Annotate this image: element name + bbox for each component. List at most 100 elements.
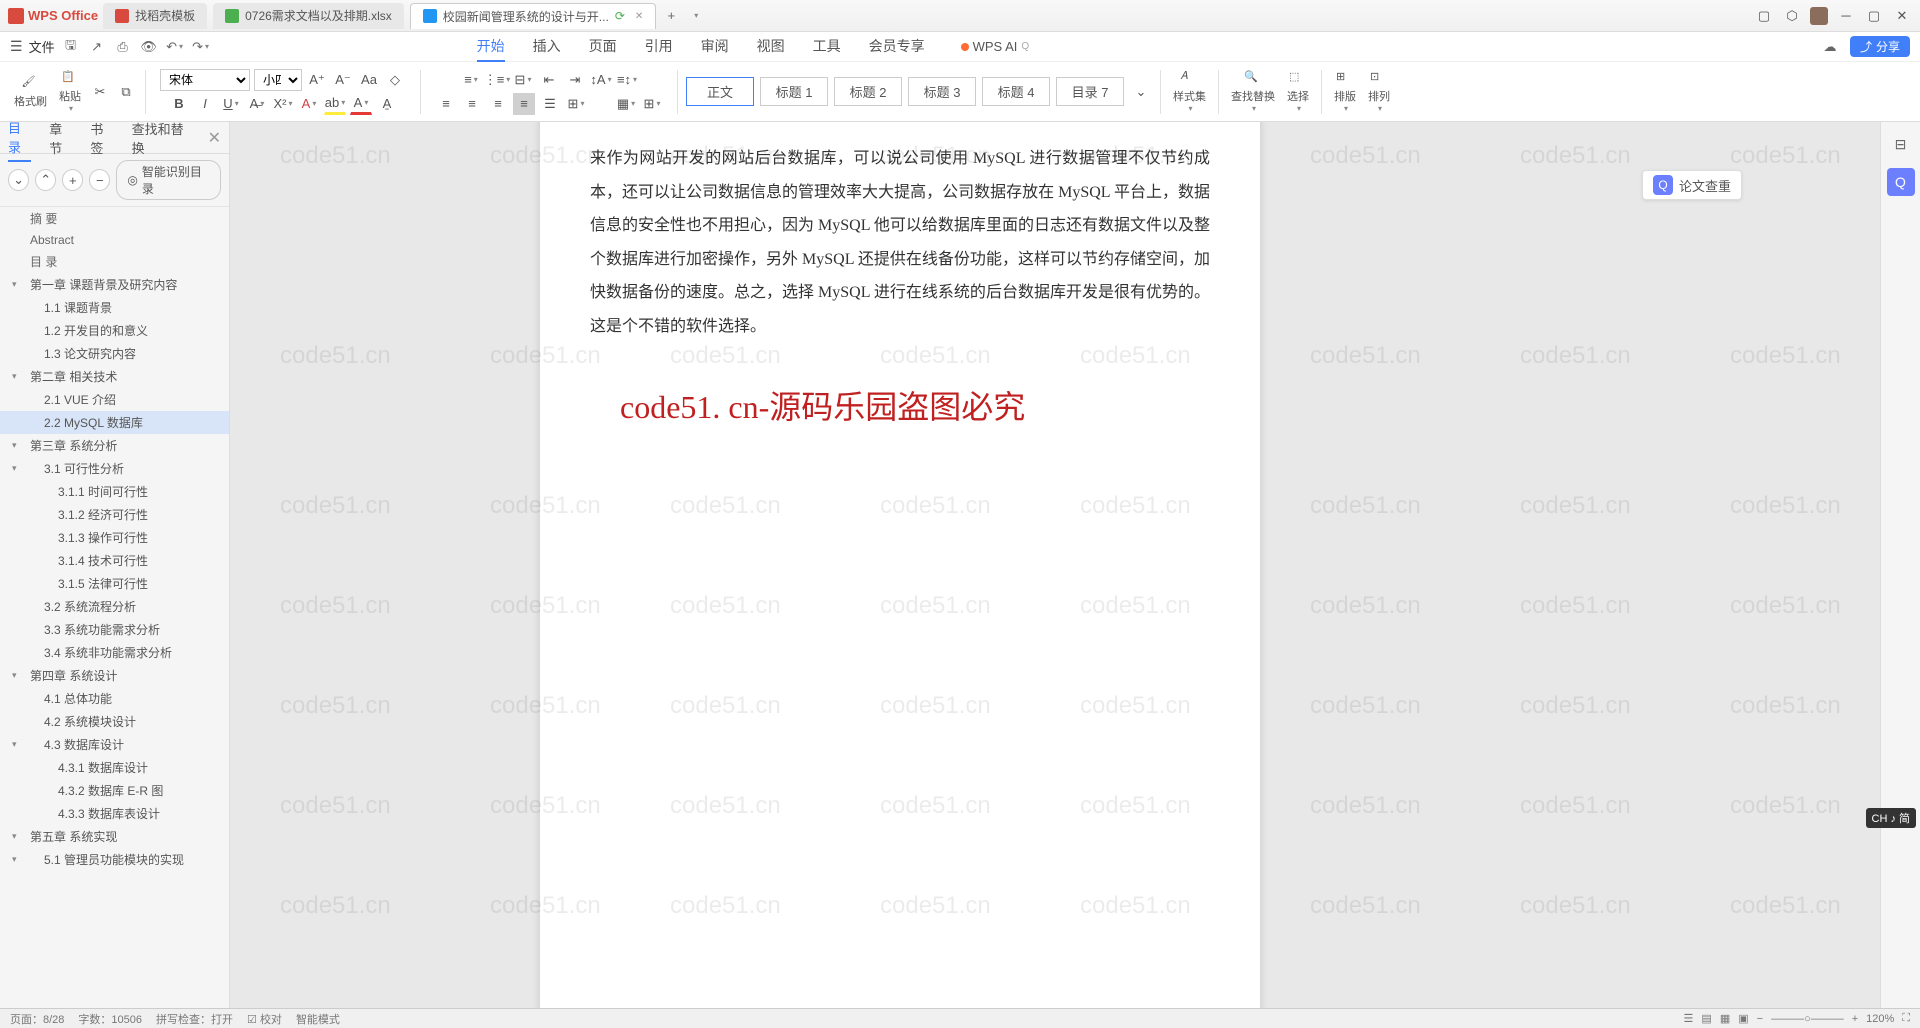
- italic-button[interactable]: I: [194, 93, 216, 115]
- outline-item[interactable]: ▾第二章 相关技术: [0, 365, 229, 388]
- rail-collapse-icon[interactable]: ⊟: [1887, 130, 1915, 158]
- cube-icon[interactable]: ⬡: [1782, 6, 1802, 26]
- number-list-icon[interactable]: ⋮≡: [486, 69, 508, 91]
- hamburger-icon[interactable]: ☰: [10, 38, 23, 55]
- align-justify-icon[interactable]: ≡: [513, 93, 535, 115]
- outline-item[interactable]: ▾第三章 系统分析: [0, 434, 229, 457]
- chevron-down-icon[interactable]: ▾: [12, 371, 17, 382]
- chevron-down-icon[interactable]: ▾: [12, 670, 17, 681]
- outline-item[interactable]: 2.1 VUE 介绍: [0, 388, 229, 411]
- outline-item[interactable]: ▾3.1 可行性分析: [0, 457, 229, 480]
- text-direction-icon[interactable]: ↕A: [590, 69, 612, 91]
- zoom-slider[interactable]: ———○———: [1771, 1013, 1844, 1025]
- shading-icon[interactable]: ▦: [615, 93, 637, 115]
- window-icon[interactable]: ▢: [1754, 6, 1774, 26]
- chevron-down-icon[interactable]: ▾: [12, 739, 17, 750]
- styles-set-button[interactable]: 𝐴样式集: [1169, 68, 1210, 115]
- undo-button[interactable]: ↶: [165, 37, 185, 57]
- chevron-down-icon[interactable]: ▾: [12, 854, 17, 865]
- border-icon[interactable]: ⊞: [641, 93, 663, 115]
- status-words[interactable]: 字数：10506: [78, 1011, 142, 1027]
- add-button[interactable]: +: [62, 169, 83, 191]
- share-button[interactable]: ⤴ 分享: [1850, 36, 1910, 57]
- distribute-icon[interactable]: ☰: [539, 93, 561, 115]
- style-h2[interactable]: 标题 2: [834, 77, 902, 106]
- paper-check-button[interactable]: Q论文查重: [1642, 170, 1742, 200]
- outline-item[interactable]: Abstract: [0, 230, 229, 250]
- view-outline-icon[interactable]: ▣: [1738, 1012, 1748, 1025]
- align-left-icon[interactable]: ≡: [435, 93, 457, 115]
- outline-item[interactable]: 3.1.4 技术可行性: [0, 549, 229, 572]
- outline-item[interactable]: 1.3 论文研究内容: [0, 342, 229, 365]
- cut-icon[interactable]: ✂: [89, 81, 111, 103]
- style-h1[interactable]: 标题 1: [760, 77, 828, 106]
- status-proof[interactable]: ☑ 校对: [247, 1011, 282, 1027]
- strikethrough-button[interactable]: A̶: [246, 93, 268, 115]
- outline-item[interactable]: 4.3.3 数据库表设计: [0, 802, 229, 825]
- outline-item[interactable]: ▾4.3 数据库设计: [0, 733, 229, 756]
- outline-item[interactable]: 4.3.2 数据库 E-R 图: [0, 779, 229, 802]
- close-icon[interactable]: ✕: [635, 11, 643, 22]
- view-page-icon[interactable]: ▤: [1701, 1012, 1711, 1025]
- decrease-font-icon[interactable]: A⁻: [332, 69, 354, 91]
- style-h3[interactable]: 标题 3: [908, 77, 976, 106]
- avatar-icon[interactable]: [1810, 7, 1828, 25]
- align-right-icon[interactable]: ≡: [487, 93, 509, 115]
- outline-item[interactable]: 3.1.1 时间可行性: [0, 480, 229, 503]
- wps-ai-button[interactable]: WPS AIQ: [961, 39, 1030, 54]
- decrease-indent-icon[interactable]: ⇤: [538, 69, 560, 91]
- close-button[interactable]: ✕: [1892, 6, 1912, 26]
- tab-review[interactable]: 审阅: [701, 32, 729, 62]
- arrange-button[interactable]: ⊞排版: [1330, 68, 1360, 115]
- format-painter-button[interactable]: 🖌格式刷: [10, 73, 51, 111]
- outline-item[interactable]: 3.2 系统流程分析: [0, 595, 229, 618]
- clear-format-icon[interactable]: ◇: [384, 69, 406, 91]
- status-mode[interactable]: 智能模式: [296, 1011, 340, 1027]
- outline-item[interactable]: 1.2 开发目的和意义: [0, 319, 229, 342]
- copy-icon[interactable]: ⧉: [115, 81, 137, 103]
- tab-tools[interactable]: 工具: [813, 32, 841, 62]
- tab-insert[interactable]: 插入: [533, 32, 561, 62]
- remove-button[interactable]: −: [89, 169, 110, 191]
- tab-member[interactable]: 会员专享: [869, 32, 925, 62]
- increase-indent-icon[interactable]: ⇥: [564, 69, 586, 91]
- tab-menu-button[interactable]: [685, 6, 705, 26]
- collapse-button[interactable]: ⌄: [8, 169, 29, 191]
- tab-spreadsheet[interactable]: 0726需求文档以及排期.xlsx: [213, 3, 404, 29]
- save-icon[interactable]: 🖫: [61, 37, 81, 57]
- outline-item[interactable]: ▾第一章 课题背景及研究内容: [0, 273, 229, 296]
- export-icon[interactable]: ↗: [87, 37, 107, 57]
- style-toc7[interactable]: 目录 7: [1056, 77, 1124, 106]
- tab-start[interactable]: 开始: [477, 32, 505, 62]
- outline-item[interactable]: ▾第五章 系统实现: [0, 825, 229, 848]
- view-web-icon[interactable]: ▦: [1720, 1012, 1730, 1025]
- tab-page[interactable]: 页面: [589, 32, 617, 62]
- smart-toc-button[interactable]: ◎ 智能识别目录: [116, 160, 221, 200]
- sidebar-close-icon[interactable]: ✕: [208, 128, 221, 148]
- status-page[interactable]: 页面：8/28: [10, 1011, 64, 1027]
- minimize-button[interactable]: ─: [1836, 6, 1856, 26]
- find-replace-button[interactable]: 🔍查找替换: [1227, 68, 1279, 115]
- preview-icon[interactable]: 👁: [139, 37, 159, 57]
- tab-templates[interactable]: 找稻壳模板: [103, 3, 207, 29]
- paste-button[interactable]: 📋粘贴: [55, 68, 85, 115]
- tab-reference[interactable]: 引用: [645, 32, 673, 62]
- text-effect-button[interactable]: A: [298, 93, 320, 115]
- outline-item[interactable]: 摘 要: [0, 207, 229, 230]
- cloud-icon[interactable]: ☁: [1820, 37, 1840, 57]
- rail-search-icon[interactable]: Q: [1887, 168, 1915, 196]
- chevron-down-icon[interactable]: ▾: [12, 831, 17, 842]
- style-h4[interactable]: 标题 4: [982, 77, 1050, 106]
- select-button[interactable]: ⬚选择: [1283, 68, 1313, 115]
- tab-stop-icon[interactable]: ⊞: [565, 93, 587, 115]
- align-button[interactable]: ⊡排列: [1364, 68, 1394, 115]
- line-spacing-icon[interactable]: ≡↕: [616, 69, 638, 91]
- style-body[interactable]: 正文: [686, 77, 754, 106]
- multilevel-list-icon[interactable]: ⊟: [512, 69, 534, 91]
- file-menu[interactable]: 文件: [29, 37, 55, 56]
- tab-document-active[interactable]: 校园新闻管理系统的设计与开...⟳✕: [410, 3, 656, 29]
- align-center-icon[interactable]: ≡: [461, 93, 483, 115]
- increase-font-icon[interactable]: A⁺: [306, 69, 328, 91]
- bullet-list-icon[interactable]: ≡: [460, 69, 482, 91]
- outline-item[interactable]: ▾5.1 管理员功能模块的实现: [0, 848, 229, 871]
